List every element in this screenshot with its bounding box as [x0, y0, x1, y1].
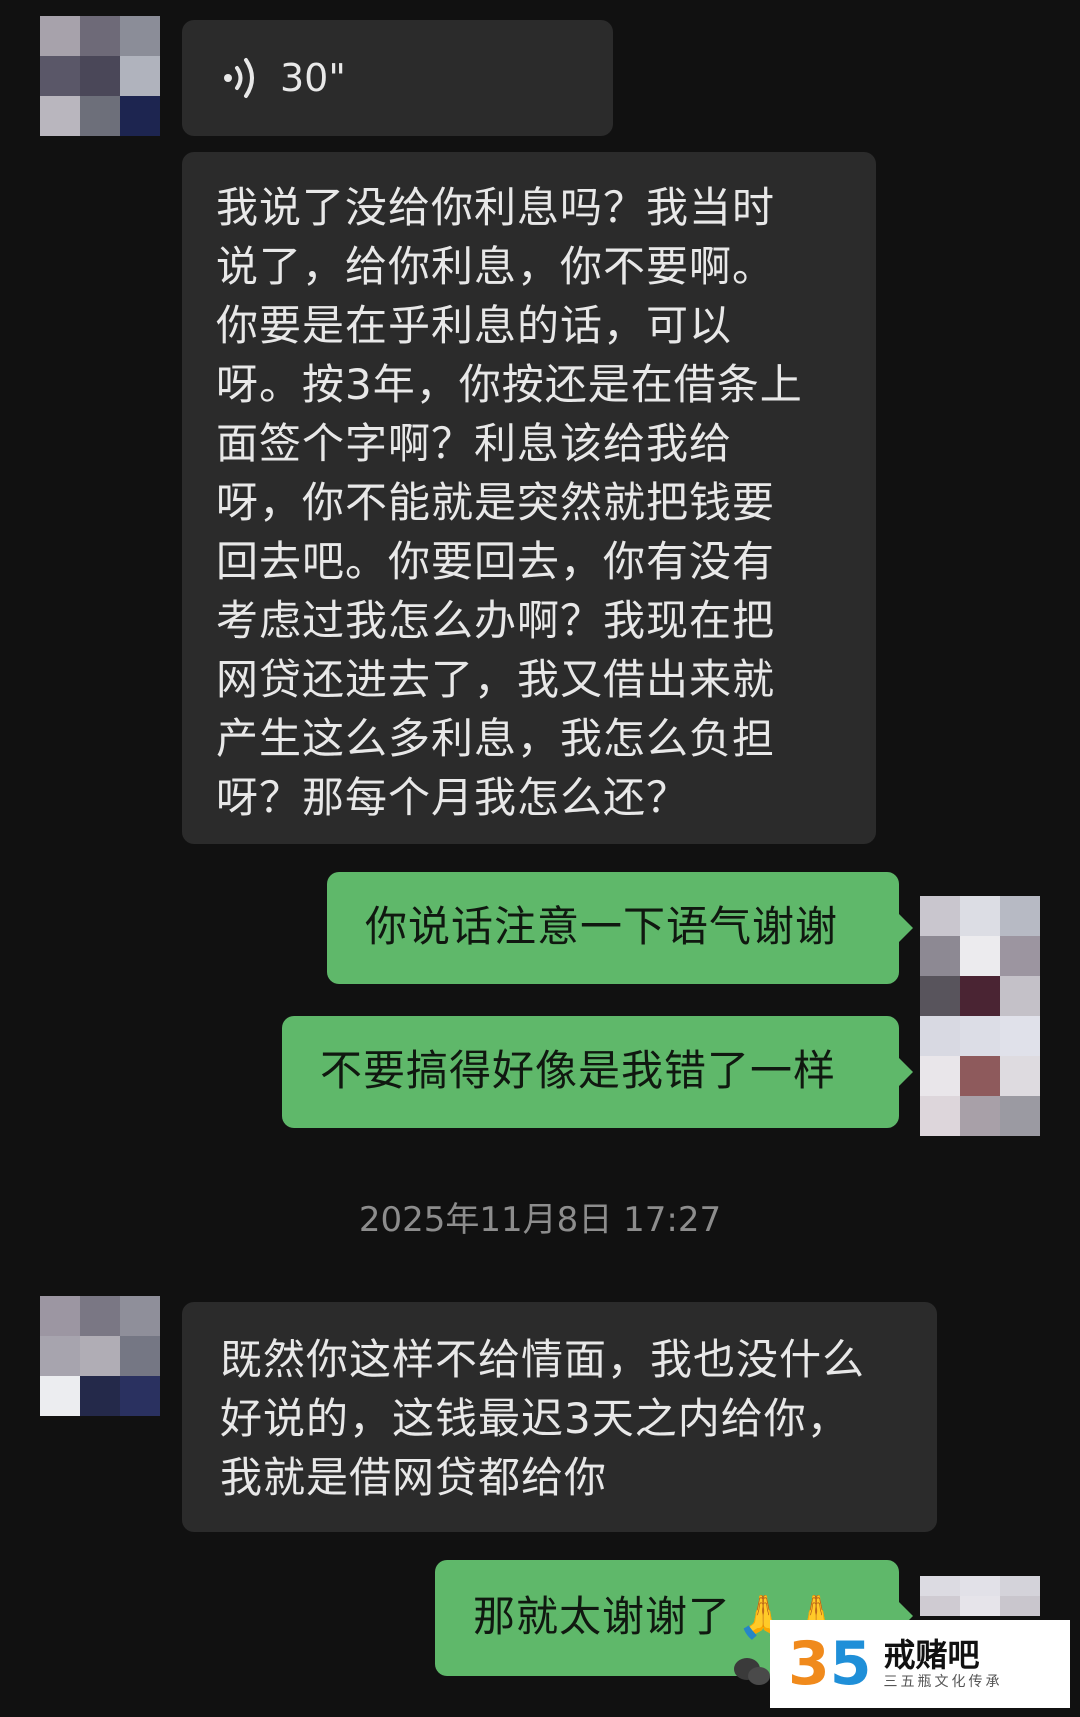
- message-text: 你说话注意一下语气谢谢: [365, 902, 839, 951]
- voice-duration: 30": [280, 56, 346, 100]
- message-timestamp: 2025年11月8日 17:27: [358, 1200, 722, 1240]
- message-line: 呀，你不能就是突然就把钱要: [216, 478, 776, 527]
- voice-message[interactable]: 30": [182, 20, 613, 136]
- message-line: 呀。按3年，你按还是在借条上: [216, 360, 803, 409]
- message-line: 呀？那每个月我怎么还？: [216, 773, 690, 822]
- message-line: 网贷还进去了，我又借出来就: [216, 655, 776, 704]
- message-line: 考虑过我怎么办啊？我现在把: [216, 596, 776, 645]
- outgoing-message[interactable]: 你说话注意一下语气谢谢: [327, 872, 913, 984]
- incoming-message[interactable]: 我说了没给你利息吗？我当时 说了，给你利息，你不要啊。 你要是在乎利息的话，可以…: [182, 152, 876, 844]
- watermark-logo: 35 戒赌吧 三五瓶文化传承: [770, 1620, 1070, 1708]
- voice-wave-icon: [224, 58, 254, 98]
- my-avatar[interactable]: [920, 1016, 1040, 1136]
- incoming-message[interactable]: 既然你这样不给情面，我也没什么 好说的，这钱最迟3天之内给你， 我就是借网贷都给…: [182, 1302, 937, 1532]
- message-line: 既然你这样不给情面，我也没什么: [220, 1335, 866, 1384]
- message-line: 你要是在乎利息的话，可以: [216, 301, 733, 350]
- watermark-subtitle: 三五瓶文化传承: [883, 1674, 1003, 1690]
- message-line: 说了，给你利息，你不要啊。: [216, 242, 776, 291]
- message-line: 面签个字啊？利息该给我给: [216, 419, 733, 468]
- message-text: 不要搞得好像是我错了一样: [320, 1046, 837, 1095]
- message-line: 好说的，这钱最迟3天之内给你，: [220, 1394, 850, 1443]
- message-line: 产生这么多利息，我怎么负担: [216, 714, 776, 763]
- watermark-title: 戒赌吧: [883, 1636, 980, 1674]
- my-avatar[interactable]: [920, 896, 1040, 1016]
- message-line: 我说了没给你利息吗？我当时: [216, 183, 776, 232]
- wechat-logo-icon: [734, 1658, 770, 1685]
- message-line: 我就是借网贷都给你: [220, 1453, 608, 1502]
- contact-avatar[interactable]: [40, 1296, 160, 1416]
- message-line: 回去吧。你要回去，你有没有: [216, 537, 776, 586]
- contact-avatar[interactable]: [40, 16, 160, 136]
- watermark-35-icon: 35: [788, 1629, 872, 1699]
- outgoing-message[interactable]: 不要搞得好像是我错了一样: [282, 1016, 913, 1128]
